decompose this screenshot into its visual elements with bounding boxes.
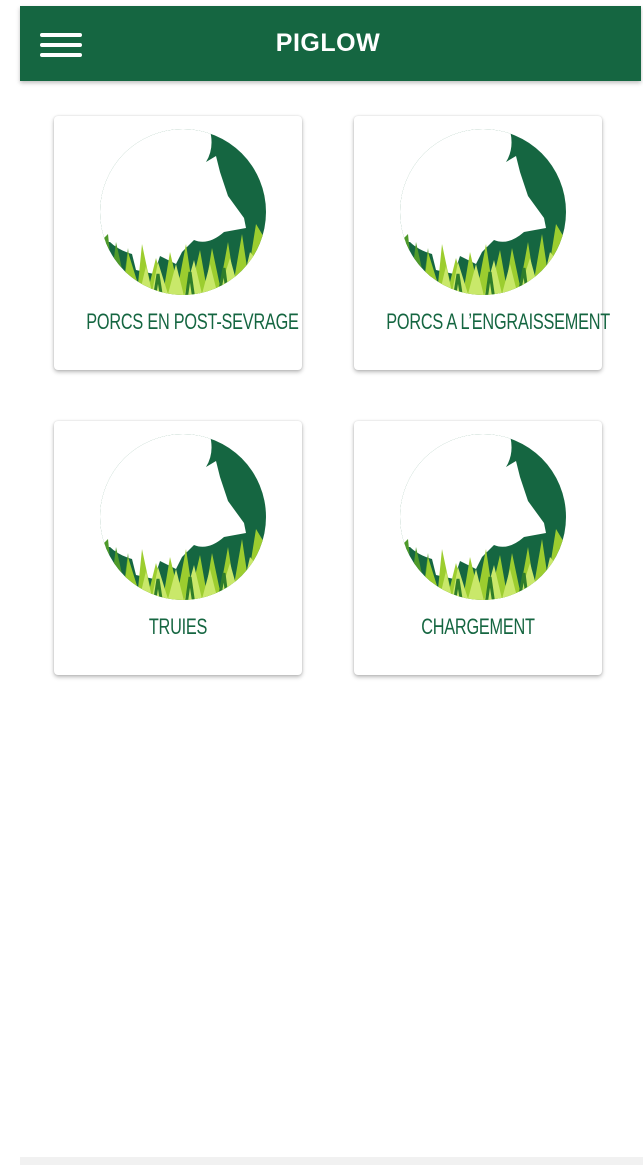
app-bar: PIGLOW xyxy=(20,6,641,81)
card-label: PORCS EN POST-SEVRAGE xyxy=(86,309,299,334)
home-screen: PIGLOW PORCS EN POST-SEVRAGE PORCS A L’E… xyxy=(0,0,643,1165)
card-porcs-engraissement[interactable]: PORCS A L’ENGRAISSEMENT xyxy=(354,116,611,370)
bottom-bar xyxy=(20,1157,643,1165)
pig-silhouette-logo xyxy=(100,434,266,600)
pig-silhouette-logo xyxy=(100,129,266,295)
card-truies[interactable]: TRUIES xyxy=(54,421,302,675)
hamburger-menu-icon[interactable] xyxy=(40,30,82,58)
pig-silhouette-logo xyxy=(400,129,566,295)
card-porcs-post-sevrage[interactable]: PORCS EN POST-SEVRAGE xyxy=(54,116,302,370)
card-label: CHARGEMENT xyxy=(421,614,535,639)
card-chargement[interactable]: CHARGEMENT xyxy=(354,421,602,675)
app-title: PIGLOW xyxy=(275,29,381,57)
card-label: TRUIES xyxy=(148,614,208,639)
card-label: PORCS A L’ENGRAISSEMENT xyxy=(386,309,611,334)
pig-silhouette-logo xyxy=(400,434,566,600)
